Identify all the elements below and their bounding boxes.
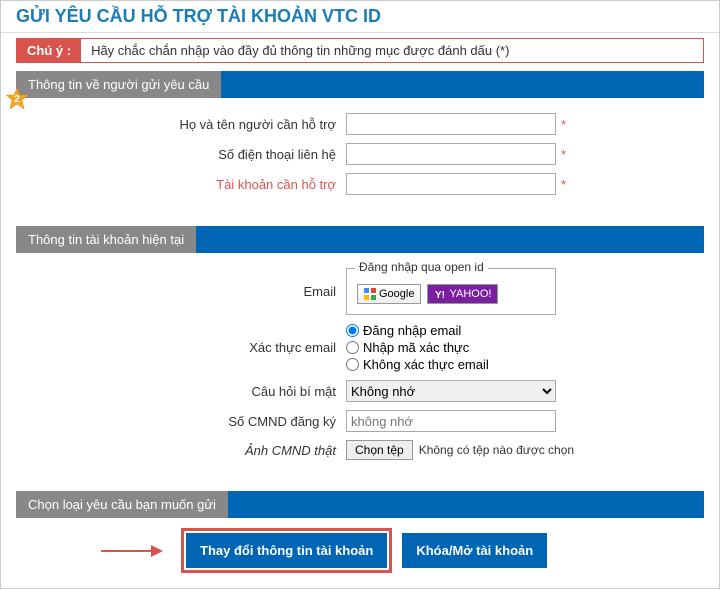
section-account-body: Email Đăng nhập qua open id Google Y! YA… — [16, 253, 704, 483]
email-label: Email — [26, 284, 346, 299]
star-badge-icon: 2 — [5, 87, 29, 111]
verify-label: Xác thực email — [26, 340, 346, 355]
fullname-label: Họ và tên người cần hỗ trợ — [26, 117, 346, 132]
phone-label: Số điện thoại liên hệ — [26, 147, 346, 162]
section-sender-tab: Thông tin về người gửi yêu cầu — [16, 71, 221, 98]
photo-label: Ảnh CMND thật — [26, 443, 346, 458]
radio-none-input[interactable] — [346, 358, 359, 371]
asterisk-icon: * — [561, 147, 566, 162]
section-sender-body: Họ và tên người cần hỗ trợ * Số điện tho… — [16, 98, 704, 218]
fullname-input[interactable] — [346, 113, 556, 135]
lock-unlock-account-button[interactable]: Khóa/Mở tài khoản — [402, 533, 547, 568]
yahoo-icon: Y! — [434, 288, 446, 300]
arrow-icon — [101, 550, 161, 552]
google-login-button[interactable]: Google — [357, 284, 421, 304]
notice-label: Chú ý : — [17, 39, 81, 62]
verify-radio-group: Đăng nhập email Nhập mã xác thực Không x… — [346, 323, 489, 372]
notice-text: Hãy chắc chắn nhập vào đầy đủ thông tin … — [81, 39, 519, 62]
phone-input[interactable] — [346, 143, 556, 165]
radio-code-label: Nhập mã xác thực — [363, 340, 469, 355]
radio-none-label: Không xác thực email — [363, 357, 489, 372]
cmnd-label: Số CMND đăng ký — [26, 414, 346, 429]
section-request-type-header: Chọn loại yêu cầu bạn muốn gửi — [16, 491, 704, 518]
radio-login-email[interactable]: Đăng nhập email — [346, 323, 489, 338]
google-label: Google — [379, 288, 414, 300]
action-row: Thay đổi thông tin tài khoản Khóa/Mở tài… — [181, 528, 704, 573]
svg-text:2: 2 — [14, 94, 20, 105]
openid-fieldset: Đăng nhập qua open id Google Y! YAHOO! — [346, 268, 556, 315]
radio-login-label: Đăng nhập email — [363, 323, 461, 338]
secret-question-select[interactable]: Không nhớ — [346, 380, 556, 402]
google-icon — [364, 288, 376, 300]
asterisk-icon: * — [561, 117, 566, 132]
notice-bar: Chú ý : Hãy chắc chắn nhập vào đầy đủ th… — [16, 38, 704, 63]
highlight-box: Thay đổi thông tin tài khoản — [181, 528, 392, 573]
cmnd-input[interactable] — [346, 410, 556, 432]
openid-legend: Đăng nhập qua open id — [355, 260, 488, 274]
yahoo-label: YAHOO! — [449, 288, 491, 300]
radio-no-verify[interactable]: Không xác thực email — [346, 357, 489, 372]
page-title: GỬI YÊU CẦU HỖ TRỢ TÀI KHOẢN VTC ID — [1, 1, 719, 33]
change-account-info-button[interactable]: Thay đổi thông tin tài khoản — [186, 533, 387, 568]
section-account-header: Thông tin tài khoản hiện tại — [16, 226, 704, 253]
yahoo-login-button[interactable]: Y! YAHOO! — [427, 284, 498, 304]
section-sender-header: Thông tin về người gửi yêu cầu — [16, 71, 704, 98]
account-input[interactable] — [346, 173, 556, 195]
radio-enter-code[interactable]: Nhập mã xác thực — [346, 340, 489, 355]
svg-text:Y!: Y! — [435, 290, 445, 300]
section-request-type-tab: Chọn loại yêu cầu bạn muốn gửi — [16, 491, 228, 518]
file-none-text: Không có tệp nào được chọn — [419, 443, 574, 457]
asterisk-icon: * — [561, 177, 566, 192]
account-label: Tài khoản cần hỗ trợ — [26, 177, 346, 192]
choose-file-button[interactable]: Chọn tệp — [346, 440, 413, 460]
radio-code-input[interactable] — [346, 341, 359, 354]
secret-question-label: Câu hỏi bí mật — [26, 384, 346, 399]
section-account-tab: Thông tin tài khoản hiện tại — [16, 226, 196, 253]
radio-login-input[interactable] — [346, 324, 359, 337]
